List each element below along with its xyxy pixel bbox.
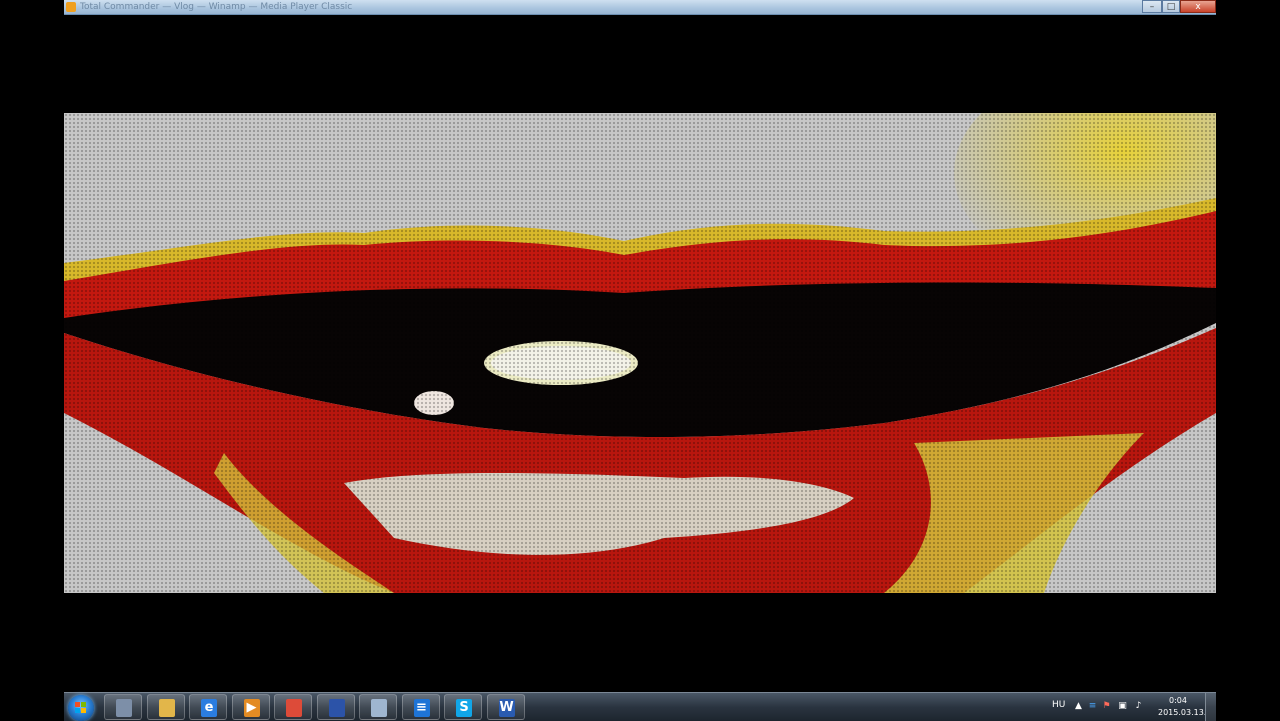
- system-tray: HU ▲ ≡ ⚑ ▣ ♪ 0:04 2015.03.13.: [1044, 693, 1216, 721]
- save-disk-icon: [328, 699, 345, 717]
- taskbar-calculator-button[interactable]: [104, 694, 142, 720]
- internet-explorer-icon: e: [201, 699, 217, 717]
- volume-icon[interactable]: ♪: [1134, 702, 1143, 711]
- taskbar-stack-app-button[interactable]: ≡: [401, 694, 440, 720]
- skype-icon: S: [456, 699, 472, 717]
- media-player-icon: ▶: [243, 699, 260, 717]
- taskbar-image-viewer-button[interactable]: [359, 694, 397, 720]
- window-title: Total Commander — Vlog — Winamp — Media …: [80, 2, 353, 12]
- title-bar[interactable]: Total Commander — Vlog — Winamp — Media …: [64, 0, 1216, 15]
- windows-logo-icon: [75, 702, 87, 714]
- taskbar-media-player-button[interactable]: ▶: [231, 694, 270, 720]
- image-viewer-icon: [371, 699, 387, 717]
- taskbar-skype-button[interactable]: S: [444, 694, 482, 720]
- clock-date[interactable]: 2015.03.13.: [1158, 708, 1206, 717]
- video-image: [64, 113, 1216, 593]
- maximize-button[interactable]: □: [1162, 0, 1180, 13]
- taskbar-word-button[interactable]: W: [486, 694, 525, 720]
- action-center-flag-icon[interactable]: ⚑: [1102, 702, 1111, 711]
- chrome-icon: [286, 699, 302, 717]
- word-icon: W: [498, 699, 515, 717]
- video-frame[interactable]: [64, 113, 1216, 593]
- media-window: Total Commander — Vlog — Winamp — Media …: [64, 0, 1216, 720]
- show-hidden-icons-icon[interactable]: ▲: [1074, 702, 1083, 711]
- app-icon: [66, 2, 76, 12]
- network-icon[interactable]: ▣: [1118, 702, 1127, 711]
- language-indicator[interactable]: HU: [1052, 700, 1065, 710]
- stack-app-icon: ≡: [413, 699, 430, 717]
- tray-app-icon[interactable]: ≡: [1088, 702, 1097, 711]
- taskbar-chrome-button[interactable]: [274, 694, 312, 720]
- taskbar-folder-button[interactable]: [146, 694, 185, 720]
- clock-time[interactable]: 0:04: [1169, 696, 1187, 705]
- minimize-button[interactable]: –: [1142, 0, 1162, 13]
- taskbar: e ▶ ≡ S W HU ▲ ≡ ⚑ ▣ ♪ 0:04 2015.03.13.: [64, 692, 1216, 721]
- taskbar-save-disk-button[interactable]: [316, 694, 355, 720]
- calculator-icon: [116, 699, 132, 717]
- show-desktop-button[interactable]: [1205, 693, 1216, 721]
- start-button[interactable]: [68, 695, 94, 721]
- taskbar-internet-explorer-button[interactable]: e: [189, 694, 227, 720]
- folder-icon: [158, 699, 175, 717]
- close-button[interactable]: x: [1180, 0, 1216, 13]
